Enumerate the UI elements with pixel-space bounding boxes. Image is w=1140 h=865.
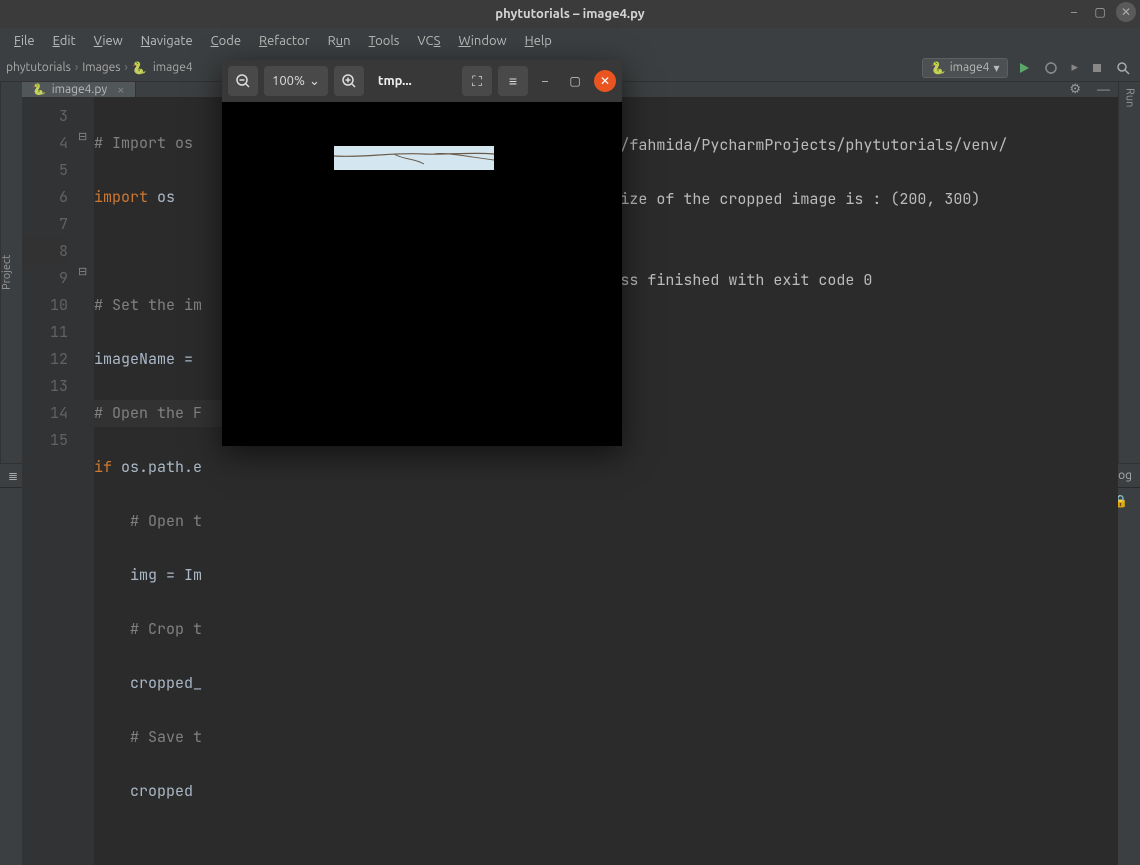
- menu-bar: File Edit View Navigate Code Refactor Ru…: [0, 28, 1140, 54]
- gear-icon[interactable]: ⚙: [1061, 82, 1089, 97]
- editor-tab[interactable]: 🐍 image4.py ×: [22, 82, 136, 97]
- breadcrumb-item[interactable]: phytutorials: [6, 61, 71, 74]
- chevron-down-icon: ⌄: [309, 74, 320, 89]
- editor-tab-label: image4.py: [52, 83, 107, 96]
- console-line: /home/fahmida/PycharmProjects/phytutoria…: [575, 132, 1108, 159]
- image-viewer-toolbar: 100% ⌄ tmp... ⛶ ≡ – ▢ ✕: [222, 60, 622, 102]
- run-configuration-selector[interactable]: 🐍 image4 ▾: [922, 58, 1009, 78]
- more-run-button[interactable]: ▸: [1067, 60, 1082, 75]
- menu-code[interactable]: Code: [203, 31, 249, 51]
- menu-navigate[interactable]: Navigate: [133, 31, 201, 51]
- menu-file[interactable]: File: [6, 31, 43, 51]
- image-viewer-minimize-button[interactable]: –: [534, 70, 556, 92]
- image-viewer-close-button[interactable]: ✕: [594, 70, 616, 92]
- list-icon: ≣: [8, 469, 18, 483]
- menu-window[interactable]: Window: [450, 31, 514, 51]
- menu-refactor[interactable]: Refactor: [251, 31, 318, 51]
- debug-button[interactable]: [1040, 61, 1062, 75]
- fullscreen-button[interactable]: ⛶: [462, 66, 492, 96]
- python-file-icon: 🐍: [132, 61, 147, 75]
- window-close-button[interactable]: ✕: [1116, 2, 1136, 22]
- breadcrumb-item[interactable]: image4: [153, 61, 193, 74]
- zoom-out-button[interactable]: [228, 66, 258, 96]
- menu-button[interactable]: ≡: [498, 66, 528, 96]
- fold-marker-icon[interactable]: ⊟: [78, 265, 87, 278]
- run-console[interactable]: /home/fahmida/PycharmProjects/phytutoria…: [565, 97, 1118, 865]
- menu-vcs[interactable]: VCS: [409, 31, 448, 51]
- breadcrumb-item[interactable]: Images: [82, 61, 120, 74]
- chevron-right-icon: ›: [125, 61, 128, 74]
- fold-marker-icon[interactable]: ⊟: [78, 130, 87, 143]
- menu-view[interactable]: View: [86, 31, 131, 51]
- window-maximize-button[interactable]: ▢: [1090, 2, 1110, 22]
- fold-gutter: ⊟ ⊟: [76, 97, 94, 865]
- run-button[interactable]: [1013, 61, 1035, 75]
- image-viewer-canvas[interactable]: [222, 102, 622, 446]
- displayed-image: [334, 146, 494, 170]
- run-toolwindow-stripe[interactable]: Run: [1124, 82, 1136, 107]
- menu-run[interactable]: Run: [320, 31, 359, 51]
- zoom-level-selector[interactable]: 100% ⌄: [264, 66, 328, 96]
- python-file-icon: 🐍: [931, 61, 946, 75]
- zoom-level-label: 100%: [272, 74, 305, 88]
- console-line: The size of the cropped image is : (200,…: [575, 186, 1108, 213]
- hide-button[interactable]: —: [1089, 82, 1118, 97]
- close-icon[interactable]: ×: [117, 83, 124, 97]
- project-toolwindow-tab[interactable]: Project: [1, 249, 13, 296]
- search-everywhere-button[interactable]: [1112, 61, 1134, 75]
- right-tool-gutter: Run: [1118, 82, 1140, 463]
- chevron-right-icon: ›: [75, 61, 78, 74]
- python-file-icon: 🐍: [32, 83, 46, 96]
- menu-edit[interactable]: Edit: [45, 31, 84, 51]
- line-number-gutter: 3 4 5 6 7 8 9 10 11 12 13 14 15: [22, 97, 76, 865]
- left-tool-gutter: Project Structure Favorites: [0, 82, 22, 463]
- window-titlebar: phytutorials – image4.py – ▢ ✕: [0, 0, 1140, 28]
- horizontal-scrollbar[interactable]: [575, 849, 1118, 859]
- image-viewer-maximize-button[interactable]: ▢: [564, 70, 586, 92]
- console-line: Process finished with exit code 0: [575, 267, 1108, 294]
- zoom-in-button[interactable]: [334, 66, 364, 96]
- chevron-down-icon: ▾: [993, 61, 999, 75]
- window-title: phytutorials – image4.py: [495, 7, 644, 21]
- stop-button[interactable]: [1087, 62, 1107, 74]
- image-viewer-title: tmp...: [370, 74, 456, 88]
- run-config-label: image4: [950, 61, 990, 74]
- image-viewer-window[interactable]: 100% ⌄ tmp... ⛶ ≡ – ▢ ✕: [222, 60, 622, 446]
- menu-tools[interactable]: Tools: [361, 31, 408, 51]
- window-minimize-button[interactable]: –: [1064, 2, 1084, 22]
- menu-help[interactable]: Help: [517, 31, 560, 51]
